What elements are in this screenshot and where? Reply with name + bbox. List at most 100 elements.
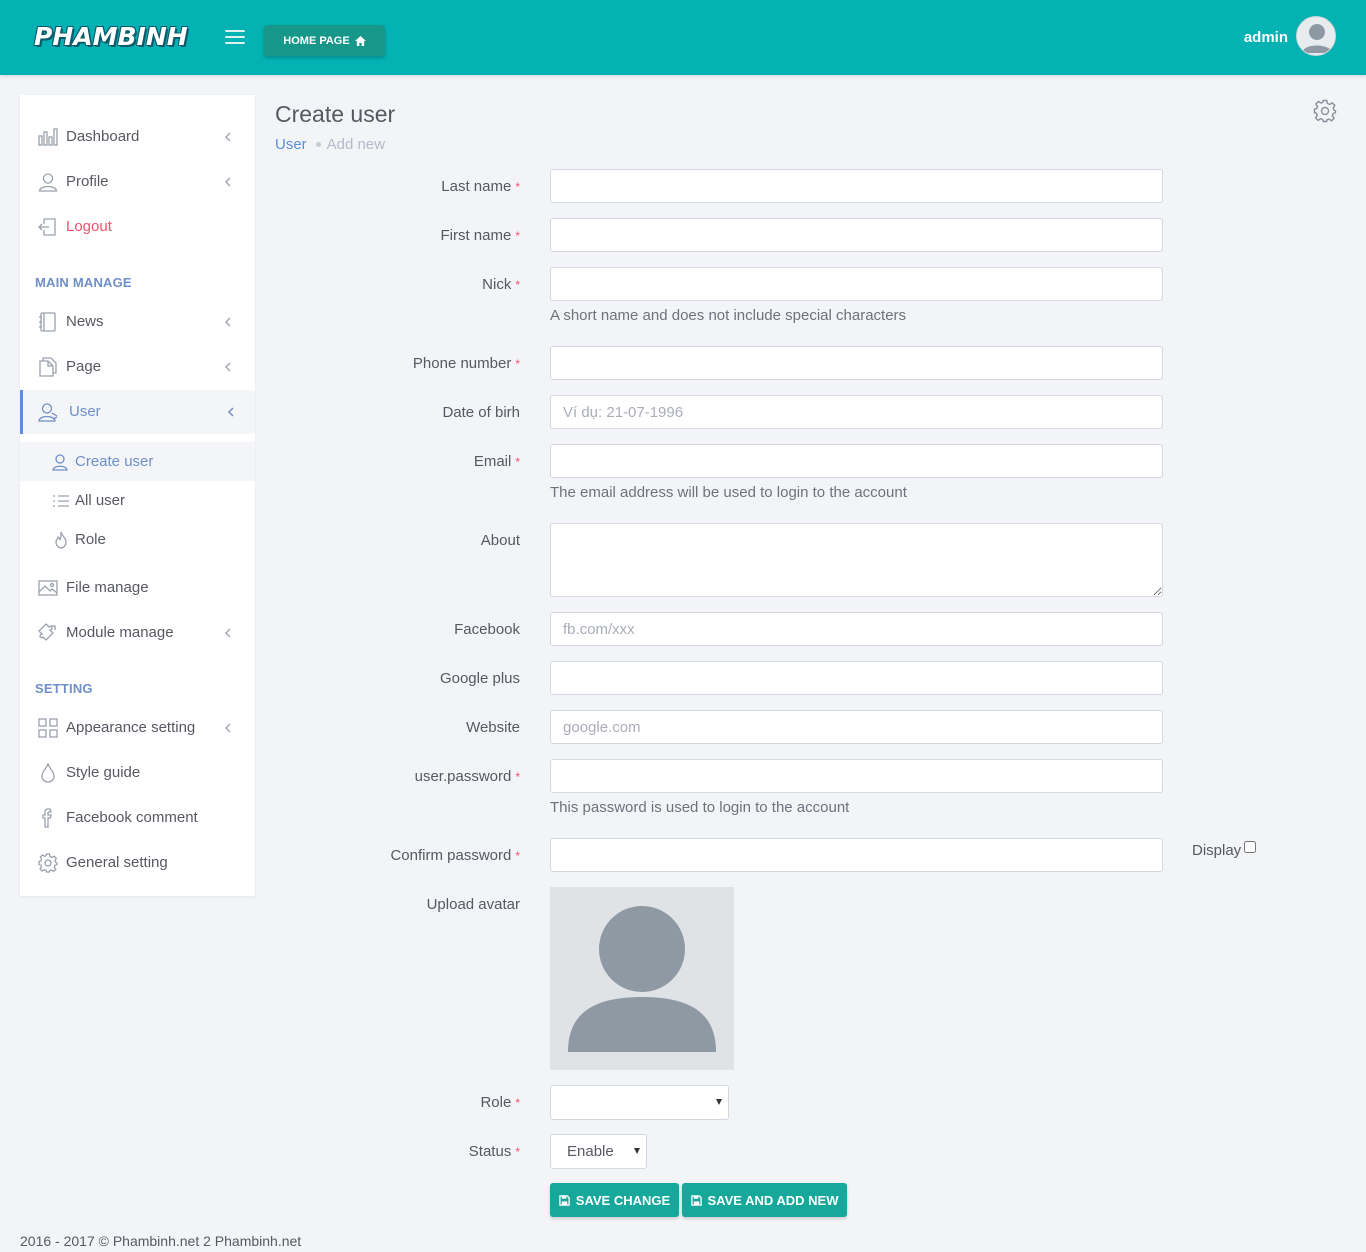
email-input[interactable] [550, 444, 1163, 478]
sidebar-item-label: News [66, 313, 104, 330]
settings-gear-icon[interactable] [1313, 99, 1337, 123]
sidebar-item-label: Facebook comment [66, 809, 198, 826]
home-page-label: HOME PAGE [283, 34, 350, 47]
breadcrumb-separator [315, 142, 321, 147]
save-change-button[interactable]: SAVE CHANGE [550, 1183, 679, 1217]
role-select[interactable] [550, 1085, 729, 1120]
sidebar-item-page[interactable]: Page [20, 345, 255, 389]
required-mark: * [515, 180, 520, 194]
pages-icon [39, 357, 57, 377]
sidebar-item-dashboard[interactable]: Dashboard [20, 115, 255, 159]
required-mark: * [515, 849, 520, 863]
sidebar-item-logout[interactable]: Logout [20, 205, 255, 249]
breadcrumb-current: Add new [326, 136, 386, 153]
image-icon [38, 580, 58, 596]
sidebar-item-profile[interactable]: Profile [20, 160, 255, 204]
display-password-toggle[interactable]: Display [1192, 840, 1257, 859]
sidebar-subitem-label: Create user [75, 453, 154, 470]
sidebar-item-facebook-comment[interactable]: Facebook comment [20, 796, 255, 840]
sidebar-item-label: User [69, 403, 101, 420]
floppy-icon [559, 1194, 570, 1206]
top-header: PHAMBINH HOME PAGE admin [0, 0, 1366, 75]
breadcrumb-user-link[interactable]: User [275, 136, 307, 153]
date-of-birth-input[interactable] [550, 395, 1163, 429]
display-password-checkbox[interactable] [1244, 840, 1257, 853]
sidebar-subitem-all-user[interactable]: All user [20, 481, 255, 520]
display-label: Display [1192, 842, 1242, 859]
sidebar-item-label: File manage [66, 579, 149, 596]
home-page-button[interactable]: HOME PAGE [264, 25, 385, 56]
phone-label: Phone number * [412, 355, 520, 372]
required-mark: * [515, 278, 520, 292]
notebook-icon [39, 312, 56, 332]
facebook-icon [42, 808, 52, 828]
avatar-icon [1302, 24, 1332, 53]
avatar-placeholder-icon [568, 906, 716, 1052]
sidebar-item-news[interactable]: News [20, 300, 255, 344]
sidebar-item-module-manage[interactable]: Module manage [20, 611, 255, 655]
first-name-input[interactable] [550, 218, 1163, 252]
site-logo[interactable]: PHAMBINH [34, 22, 188, 51]
sidebar-subitem-create-user[interactable]: Create user [20, 442, 255, 481]
nick-input[interactable] [550, 267, 1163, 301]
password-input[interactable] [550, 759, 1163, 793]
about-label: About [480, 532, 520, 549]
puzzle-icon [38, 623, 56, 641]
google-plus-input[interactable] [550, 661, 1163, 695]
setting-heading: SETTING [35, 681, 93, 696]
about-textarea[interactable] [550, 523, 1163, 597]
user-avatar[interactable] [1296, 16, 1336, 56]
breadcrumb: User Add new [275, 136, 385, 153]
sidebar: Dashboard Profile Logout MAIN MANAGE New… [20, 95, 255, 896]
avatar-upload-area[interactable] [550, 887, 734, 1070]
gear-icon [38, 853, 58, 873]
chevron-left-icon [225, 628, 231, 638]
last-name-label: Last name * [441, 178, 520, 195]
menu-toggle-icon[interactable] [225, 30, 245, 45]
sidebar-subitem-label: All user [75, 492, 126, 509]
user-icon [38, 173, 58, 192]
website-input[interactable] [550, 710, 1163, 744]
sidebar-item-label: Profile [66, 173, 109, 190]
sidebar-item-label: Style guide [66, 764, 141, 781]
sidebar-item-appearance-setting[interactable]: Appearance setting [20, 706, 255, 750]
google-plus-label: Google plus [439, 670, 520, 687]
sidebar-subitem-role[interactable]: Role [20, 520, 255, 559]
main-manage-heading: MAIN MANAGE [35, 275, 132, 290]
chevron-left-icon [227, 407, 234, 417]
floppy-icon [690, 1194, 702, 1206]
sidebar-item-general-setting[interactable]: General setting [20, 841, 255, 885]
facebook-input[interactable] [550, 612, 1163, 646]
status-label: Status * [468, 1143, 520, 1160]
sidebar-item-label: Module manage [66, 624, 174, 641]
chevron-left-icon [225, 177, 231, 187]
password-help-text: This password is used to login to the ac… [550, 799, 850, 816]
dropdown-arrow-icon [716, 1099, 722, 1105]
status-select[interactable]: Enable [550, 1134, 647, 1169]
upload-avatar-label: Upload avatar [426, 896, 520, 913]
sidebar-item-file-manage[interactable]: File manage [20, 566, 255, 610]
user-name[interactable]: admin [1244, 29, 1288, 46]
chevron-left-icon [225, 362, 231, 372]
save-and-add-new-button[interactable]: SAVE AND ADD NEW [682, 1183, 847, 1217]
home-icon [354, 35, 366, 46]
confirm-password-input[interactable] [550, 838, 1163, 872]
sidebar-item-style-guide[interactable]: Style guide [20, 751, 255, 795]
sidebar-item-user[interactable]: User [20, 390, 255, 434]
bar-chart-icon [38, 128, 58, 146]
drop-icon [41, 763, 55, 783]
status-select-value: Enable [567, 1143, 614, 1160]
last-name-input[interactable] [550, 169, 1163, 203]
sidebar-subitem-label: Role [75, 531, 106, 548]
email-help-text: The email address will be used to login … [550, 484, 907, 501]
chevron-left-icon [225, 132, 231, 142]
confirm-password-label: Confirm password * [390, 847, 520, 864]
phone-input[interactable] [550, 346, 1163, 380]
users-icon [38, 403, 58, 422]
chevron-left-icon [225, 317, 231, 327]
grid-icon [38, 718, 58, 738]
website-label: Website [466, 719, 520, 736]
role-label: Role * [480, 1094, 520, 1111]
save-change-label: SAVE CHANGE [575, 1192, 671, 1208]
dropdown-arrow-icon [634, 1148, 640, 1154]
